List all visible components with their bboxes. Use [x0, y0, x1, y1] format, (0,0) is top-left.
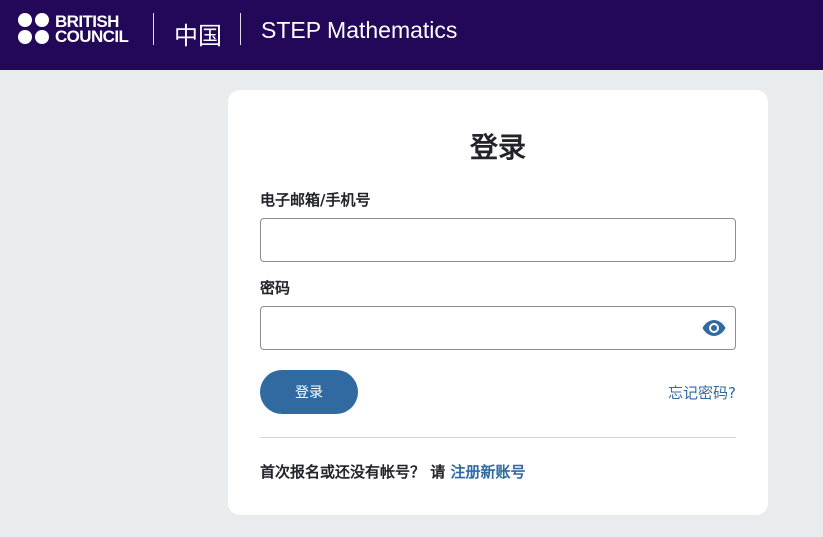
british-council-logo[interactable]: BRITISH COUNCIL	[18, 13, 129, 46]
email-field[interactable]	[260, 218, 736, 262]
email-label: 电子邮箱/手机号	[260, 191, 371, 209]
page-title: 登录	[469, 131, 526, 164]
header-divider	[153, 13, 154, 45]
eye-icon[interactable]	[702, 319, 726, 337]
login-card: 登录 电子邮箱/手机号 密码 登录 忘记密码? 首次报名或还没有帐号？ 请 注册…	[228, 90, 768, 515]
region-label: 中国	[174, 22, 222, 50]
site-title[interactable]: STEP Mathematics	[261, 17, 457, 44]
register-prompt: 首次报名或还没有帐号？ 请 注册新账号	[260, 461, 525, 482]
password-field[interactable]	[260, 306, 736, 350]
register-link[interactable]: 注册新账号	[450, 463, 525, 481]
password-label: 密码	[260, 279, 291, 297]
logo-wordmark: BRITISH COUNCIL	[55, 13, 129, 46]
login-button[interactable]: 登录	[260, 370, 358, 414]
logo-dots-icon	[18, 13, 49, 44]
top-header: BRITISH COUNCIL 中国 STEP Mathematics	[0, 0, 823, 70]
forgot-password-link[interactable]: 忘记密码?	[668, 382, 736, 403]
header-divider	[240, 13, 241, 45]
logo-line-2: COUNCIL	[55, 26, 129, 46]
register-prompt-text: 首次报名或还没有帐号？ 请	[260, 463, 446, 481]
divider	[260, 437, 736, 438]
